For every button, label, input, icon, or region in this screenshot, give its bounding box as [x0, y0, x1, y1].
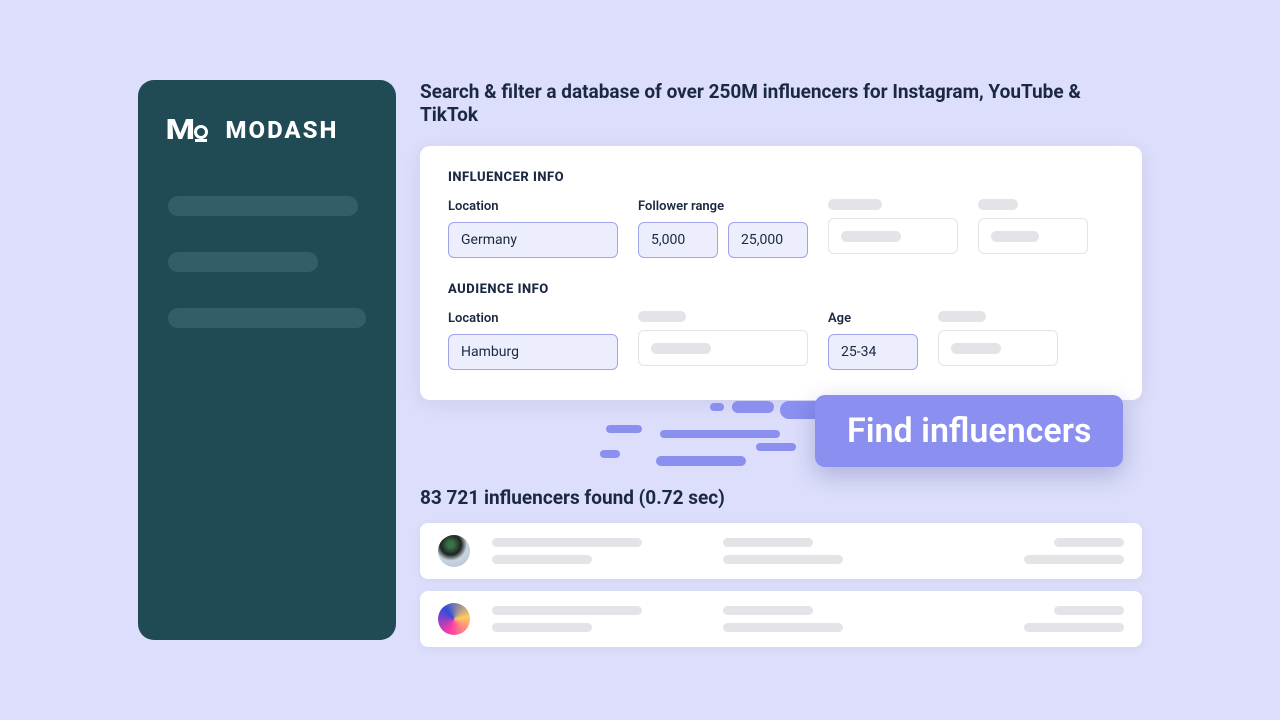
brand-logo: M MODASH [168, 116, 366, 144]
filter-card: INFLUENCER INFO Location Germany Followe… [420, 146, 1142, 400]
influencer-location-value: Germany [461, 232, 517, 248]
influencer-location-label: Location [448, 199, 618, 214]
audience-input-placeholder[interactable] [638, 330, 808, 366]
filter-input-placeholder[interactable] [978, 218, 1088, 254]
influencer-location-input[interactable]: Germany [448, 222, 618, 258]
page-heading: Search & filter a database of over 250M … [420, 80, 1142, 126]
filter-input-placeholder[interactable] [828, 218, 958, 254]
avatar [438, 603, 470, 635]
decoration-icon [710, 403, 724, 411]
result-row[interactable] [420, 591, 1142, 647]
follower-max-input[interactable]: 25,000 [728, 222, 808, 258]
find-influencers-button[interactable]: Find influencers [815, 395, 1123, 467]
audience-age-input[interactable]: 25-34 [828, 334, 918, 370]
follower-range-label: Follower range [638, 199, 808, 214]
audience-location-input[interactable]: Hamburg [448, 334, 618, 370]
decoration-icon [656, 456, 746, 466]
result-row[interactable] [420, 523, 1142, 579]
results-section: 83 721 influencers found (0.72 sec) [420, 486, 1142, 659]
logo-mark-icon: M [168, 116, 208, 144]
audience-input-placeholder[interactable] [938, 330, 1058, 366]
main-area: Search & filter a database of over 250M … [420, 80, 1142, 400]
filter-label-placeholder [828, 199, 882, 210]
influencer-section-title: INFLUENCER INFO [448, 170, 1114, 185]
filter-label-placeholder [978, 199, 1018, 210]
sidebar: M MODASH [138, 80, 396, 640]
nav-item-placeholder[interactable] [168, 196, 358, 216]
nav-item-placeholder[interactable] [168, 252, 318, 272]
brand-name: MODASH [226, 116, 339, 144]
audience-section-title: AUDIENCE INFO [448, 282, 1114, 297]
decoration-icon [732, 401, 774, 413]
decoration-icon [660, 430, 780, 438]
audience-age-label: Age [828, 311, 918, 326]
decoration-icon [756, 443, 796, 451]
audience-location-label: Location [448, 311, 618, 326]
nav-item-placeholder[interactable] [168, 308, 366, 328]
decoration-icon [600, 450, 620, 458]
avatar [438, 535, 470, 567]
decoration-icon [606, 425, 642, 433]
results-summary: 83 721 influencers found (0.72 sec) [420, 486, 1142, 509]
audience-label-placeholder [638, 311, 686, 322]
audience-label-placeholder [938, 311, 986, 322]
follower-min-input[interactable]: 5,000 [638, 222, 718, 258]
